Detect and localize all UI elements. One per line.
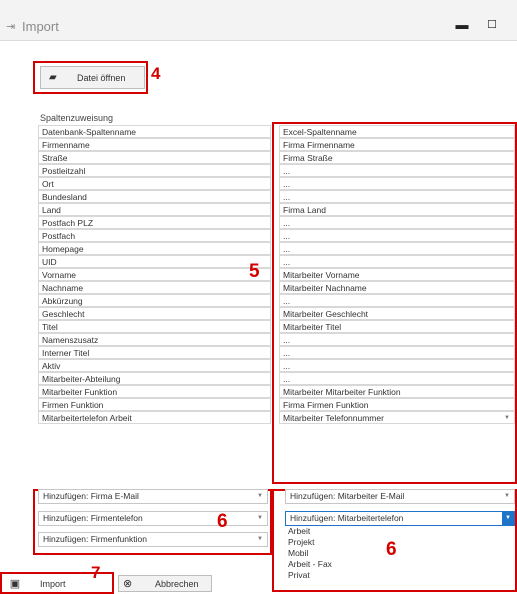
database-column-cell: Firmenname <box>38 138 271 151</box>
add-field-dropdown[interactable]: Hinzufügen: Firmenfunktion ▼ <box>38 532 268 547</box>
annotation-number-5: 5 <box>249 261 260 282</box>
database-column-cell: Postfach <box>38 229 271 242</box>
dropdown-option[interactable]: Privat <box>285 570 515 581</box>
excel-column-select[interactable]: Firma Firmen Funktion <box>279 398 515 411</box>
import-icon: ⇥ <box>6 21 16 33</box>
excel-column-select[interactable]: ... <box>279 229 515 242</box>
excel-column-select[interactable]: ... <box>279 164 515 177</box>
database-column-cell: Straße <box>38 151 271 164</box>
database-column-cell: Datenbank-Spaltenname <box>38 125 271 138</box>
open-file-button[interactable]: ▰ Datei öffnen <box>40 66 145 89</box>
excel-column-select[interactable]: ... <box>279 177 515 190</box>
save-icon: ▣ <box>9 578 21 590</box>
excel-column-select[interactable]: Mitarbeiter Mitarbeiter Funktion <box>279 385 515 398</box>
database-column-cell: Geschlecht <box>38 307 271 320</box>
excel-column-select[interactable]: ... <box>279 346 515 359</box>
database-column-cell: Mitarbeitertelefon Arbeit <box>38 411 271 424</box>
chevron-down-icon: ▼ <box>257 536 263 542</box>
annotation-number-4: 4 <box>151 64 161 83</box>
chevron-down-icon[interactable]: ▼ <box>502 512 514 525</box>
maximize-button[interactable]: ☐ <box>485 18 499 32</box>
database-column-cell: Bundesland <box>38 190 271 203</box>
database-column-cell: Aktiv <box>38 359 271 372</box>
excel-column-select[interactable]: ... <box>279 333 515 346</box>
excel-column-list: Excel-Spaltenname Firma Firmenname Firma S… <box>279 125 515 424</box>
title-bar <box>0 0 517 41</box>
dropdown-options-list: Arbeit Projekt Mobil Arbeit - Fax Privat <box>285 526 515 581</box>
excel-column-select[interactable]: ... <box>279 255 515 268</box>
excel-column-select[interactable]: ... <box>279 190 515 203</box>
dropdown-value: Hinzufügen: Mitarbeiter E-Mail <box>290 491 405 501</box>
annotation-number-6-right: 6 <box>386 539 397 560</box>
excel-column-select[interactable]: Firma Firmenname <box>279 138 515 151</box>
dropdown-option[interactable]: Arbeit - Fax <box>285 559 515 570</box>
excel-column-select[interactable]: ... <box>279 359 515 372</box>
window-title: Import <box>22 19 59 34</box>
database-column-cell: Homepage <box>38 242 271 255</box>
excel-column-select[interactable]: Mitarbeiter Telefonnummer ▼ <box>279 411 515 424</box>
minimize-button[interactable]: ▬ <box>455 18 469 32</box>
database-column-cell: Namenszusatz <box>38 333 271 346</box>
dropdown-value: Hinzufügen: Firmentelefon <box>43 513 143 523</box>
database-column-cell: UID <box>38 255 271 268</box>
database-column-cell: Interner Titel <box>38 346 271 359</box>
database-column-cell: Mitarbeiter-Abteilung <box>38 372 271 385</box>
dropdown-value: Hinzufügen: Mitarbeitertelefon <box>290 513 404 523</box>
excel-column-select[interactable]: Mitarbeiter Titel <box>279 320 515 333</box>
cancel-button[interactable]: ⊗ Abbrechen <box>118 575 212 592</box>
dropdown-value: Hinzufügen: Firma E-Mail <box>43 491 139 501</box>
open-file-label: Datei öffnen <box>77 72 126 83</box>
dropdown-option[interactable]: Arbeit <box>285 526 515 537</box>
chevron-down-icon: ▼ <box>257 515 263 521</box>
excel-column-select[interactable]: ... <box>279 294 515 307</box>
chevron-down-icon: ▼ <box>504 415 510 421</box>
database-column-cell: Titel <box>38 320 271 333</box>
database-column-cell: Vorname <box>38 268 271 281</box>
add-field-dropdown[interactable]: Hinzufügen: Firma E-Mail ▼ <box>38 489 268 504</box>
database-column-cell: Abkürzung <box>38 294 271 307</box>
add-field-dropdown[interactable]: Hinzufügen: Firmentelefon ▼ <box>38 511 268 526</box>
excel-column-select[interactable]: ... <box>279 216 515 229</box>
database-column-cell: Nachname <box>38 281 271 294</box>
dropdown-option[interactable]: Projekt <box>285 537 515 548</box>
excel-column-select[interactable]: Firma Straße <box>279 151 515 164</box>
database-column-list: Datenbank-Spaltenname Firmenname Straße Pos… <box>38 125 271 424</box>
add-employee-field-dropdown-open[interactable]: Hinzufügen: Mitarbeitertelefon ▼ <box>285 511 515 526</box>
cancel-icon: ⊗ <box>123 578 133 590</box>
cancel-label: Abbrechen <box>155 578 199 589</box>
database-column-cell: Postleitzahl <box>38 164 271 177</box>
folder-open-icon: ▰ <box>49 72 57 83</box>
chevron-down-icon: ▼ <box>504 493 510 499</box>
add-employee-field-dropdown[interactable]: Hinzufügen: Mitarbeiter E-Mail ▼ <box>285 489 515 504</box>
column-mapping-label: Spaltenzuweisung <box>40 113 114 123</box>
chevron-down-icon: ▼ <box>257 493 263 499</box>
excel-column-select[interactable]: Firma Land <box>279 203 515 216</box>
database-column-cell: Postfach PLZ <box>38 216 271 229</box>
dropdown-option[interactable]: Mobil <box>285 548 515 559</box>
annotation-number-6-left: 6 <box>217 511 228 532</box>
annotation-number-7: 7 <box>91 563 101 582</box>
dropdown-value: Hinzufügen: Firmenfunktion <box>43 534 147 544</box>
excel-column-header: Excel-Spaltenname <box>279 125 515 138</box>
import-label: Import <box>40 578 66 589</box>
excel-column-select[interactable]: Mitarbeiter Vorname <box>279 268 515 281</box>
excel-column-select[interactable]: ... <box>279 242 515 255</box>
excel-column-select[interactable]: Mitarbeiter Nachname <box>279 281 515 294</box>
database-column-cell: Mitarbeiter Funktion <box>38 385 271 398</box>
excel-column-select[interactable]: Mitarbeiter Geschlecht <box>279 307 515 320</box>
database-column-cell: Land <box>38 203 271 216</box>
database-column-cell: Ort <box>38 177 271 190</box>
database-column-cell: Firmen Funktion <box>38 398 271 411</box>
excel-column-select[interactable]: ... <box>279 372 515 385</box>
